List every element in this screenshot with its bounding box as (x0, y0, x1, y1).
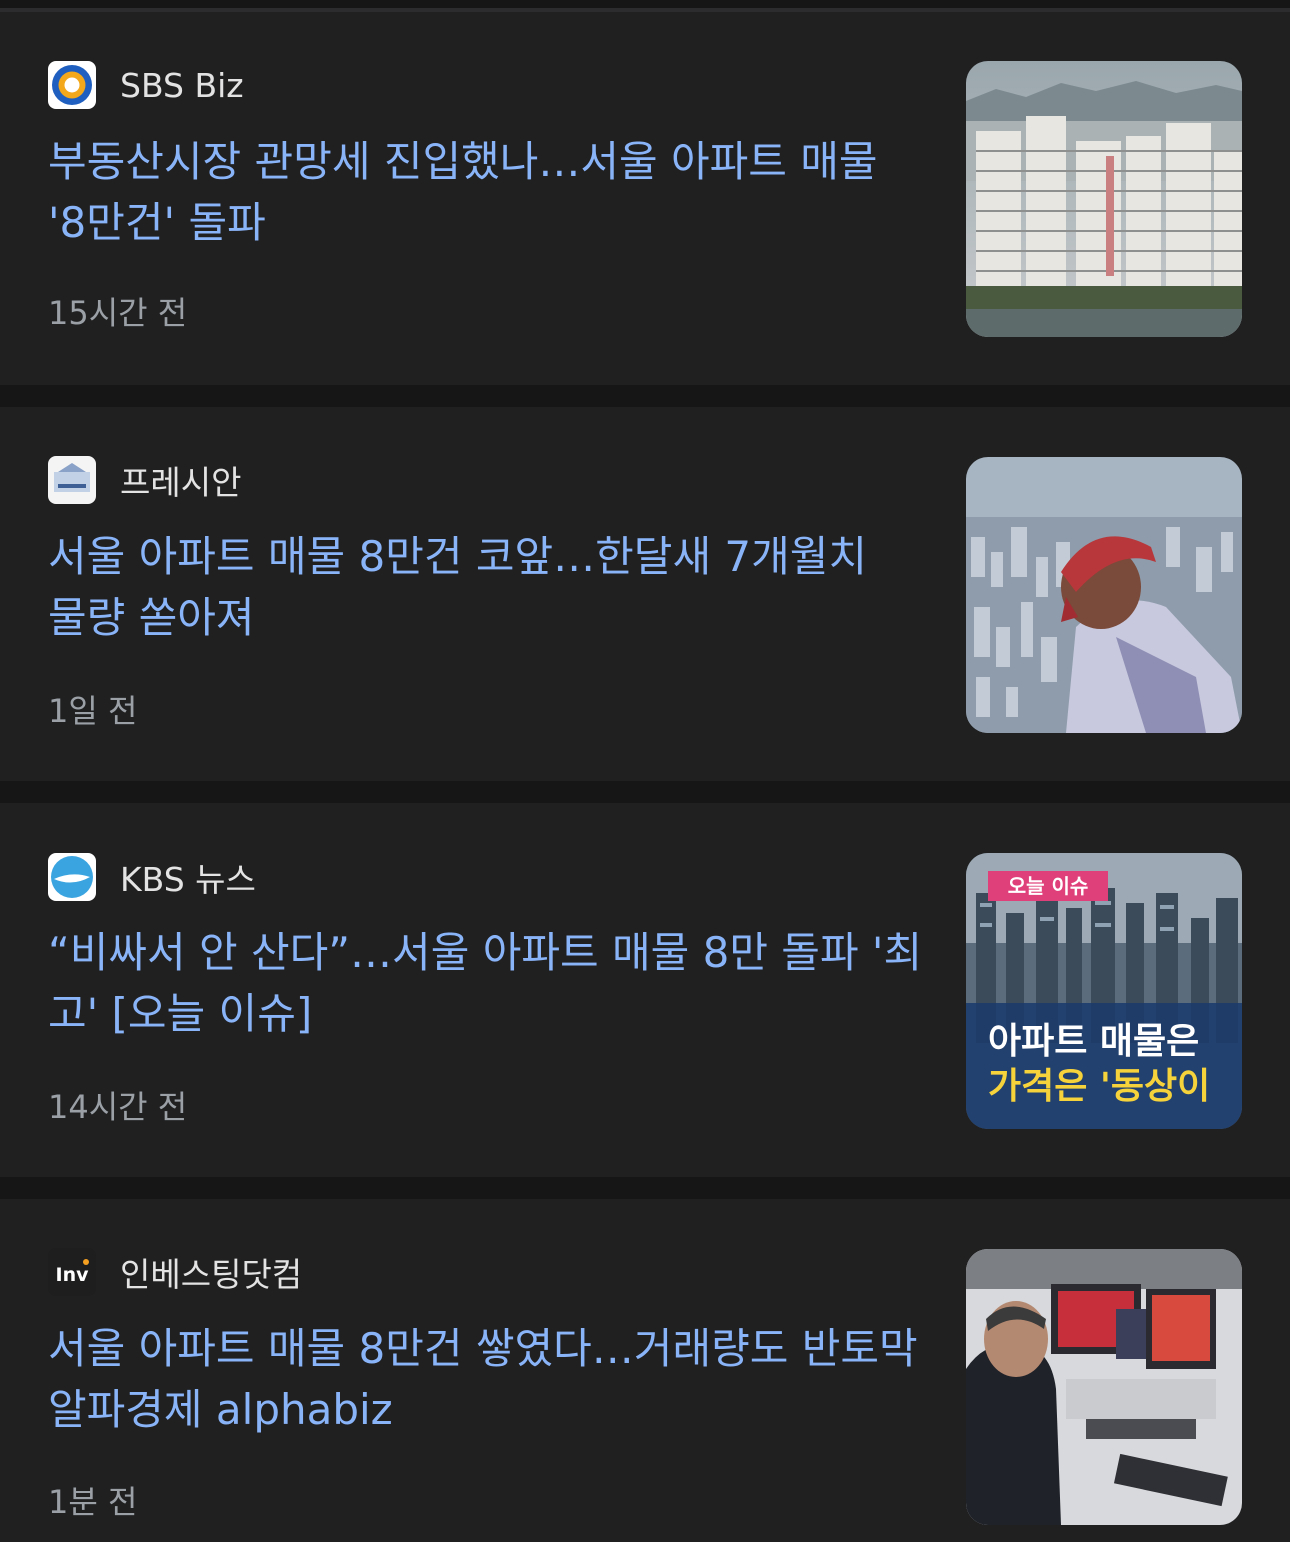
news-card-investing[interactable]: Inv 인베스팅닷컴 서울 아파트 매물 8만건 쌓였다…거래량도 반토막 알파… (0, 1199, 1290, 1542)
source-name: SBS Biz (120, 65, 244, 105)
source-name: KBS 뉴스 (120, 860, 256, 899)
apartment-buildings-thumbnail[interactable] (966, 61, 1242, 337)
investing-com-logo-icon: Inv (48, 1248, 96, 1296)
kbs-news-logo-icon (48, 853, 96, 901)
svg-text:Inv: Inv (56, 1264, 90, 1286)
source-name: 프레시안 (120, 463, 242, 502)
pressian-logo-icon (48, 456, 96, 504)
stock-trader-thumbnail[interactable] (966, 1249, 1242, 1525)
article-source[interactable]: SBS Biz (48, 61, 244, 109)
article-timestamp: 14시간 전 (48, 1088, 188, 1126)
article-timestamp: 1분 전 (48, 1483, 138, 1521)
article-headline[interactable]: 부동산시장 관망세 진입했나…서울 아파트 매물 '8만건' 돌파 (48, 131, 918, 253)
divider (0, 781, 1290, 803)
news-card-sbs-biz[interactable]: SBS Biz 부동산시장 관망세 진입했나…서울 아파트 매물 '8만건' 돌… (0, 12, 1290, 385)
article-source[interactable]: Inv 인베스팅닷컴 (48, 1248, 302, 1296)
news-feed: SBS Biz 부동산시장 관망세 진입했나…서울 아파트 매물 '8만건' 돌… (0, 0, 1290, 1542)
article-headline[interactable]: “비싸서 안 산다”…서울 아파트 매물 8만 돌파 '최고' [오늘 이슈] (48, 922, 928, 1044)
sbs-biz-logo-icon (48, 61, 96, 109)
article-timestamp: 15시간 전 (48, 294, 188, 332)
man-overlooking-city-thumbnail[interactable] (966, 457, 1242, 733)
article-headline[interactable]: 서울 아파트 매물 8만건 코앞…한달새 7개월치 물량 쏟아져 (48, 526, 918, 648)
news-broadcast-thumbnail[interactable]: 오늘 이슈 아파트 매물은 가격은 '동상이 (966, 853, 1242, 1129)
divider (0, 385, 1290, 407)
news-card-pressian[interactable]: 프레시안 서울 아파트 매물 8만건 코앞…한달새 7개월치 물량 쏟아져 1일… (0, 407, 1290, 781)
thumbnail-caption: 가격은 '동상이 (988, 1066, 1210, 1107)
divider (0, 1177, 1290, 1199)
article-timestamp: 1일 전 (48, 692, 138, 730)
article-source[interactable]: 프레시안 (48, 456, 241, 504)
source-name: 인베스팅닷컴 (120, 1255, 303, 1294)
article-headline[interactable]: 서울 아파트 매물 8만건 쌓였다…거래량도 반토막 알파경제 alphabiz (48, 1318, 918, 1440)
article-source[interactable]: KBS 뉴스 (48, 853, 256, 901)
thumbnail-badge: 오늘 이슈 (1008, 874, 1089, 898)
news-card-kbs[interactable]: KBS 뉴스 “비싸서 안 산다”…서울 아파트 매물 8만 돌파 '최고' [… (0, 803, 1290, 1177)
thumbnail-caption: 아파트 매물은 (988, 1021, 1199, 1062)
